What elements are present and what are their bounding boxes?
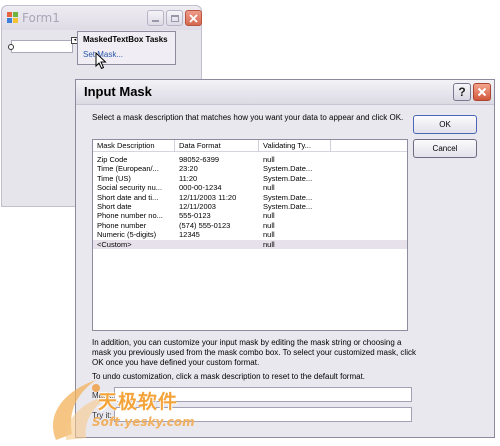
table-row[interactable]: Numeric (5-digits) 12345 null bbox=[93, 230, 407, 239]
ok-button[interactable]: OK bbox=[413, 115, 477, 134]
cell-data-format: 12/11/2003 11:20 bbox=[179, 192, 237, 202]
cell-mask-description: Short date and ti... bbox=[97, 192, 159, 202]
list-header: Mask Description Data Format Validating … bbox=[93, 140, 407, 152]
column-header-validating-type[interactable]: Validating Ty... bbox=[259, 140, 331, 152]
smart-tag-title: MaskedTextBox Tasks bbox=[83, 35, 168, 44]
cell-data-format: 12/11/2003 bbox=[179, 202, 216, 211]
cell-mask-description: Short date bbox=[97, 202, 132, 211]
table-row[interactable]: Phone number no... 555-0123 null bbox=[93, 211, 407, 220]
cell-mask-description: Phone number no... bbox=[97, 211, 163, 221]
cell-validating-type: null bbox=[263, 183, 275, 193]
column-header-mask-description[interactable]: Mask Description bbox=[93, 140, 175, 152]
cancel-button[interactable]: Cancel bbox=[413, 139, 477, 158]
cell-mask-description: Time (US) bbox=[97, 173, 131, 183]
table-row[interactable]: Time (European/... 23:20 System.Date... bbox=[93, 164, 407, 173]
watermark-text: 天极软件 bbox=[98, 391, 179, 413]
cell-mask-description: Phone number bbox=[97, 220, 147, 230]
help-button[interactable]: ? bbox=[453, 83, 471, 101]
table-row[interactable]: Social security nu... 000-00-1234 null bbox=[93, 183, 407, 192]
form1-titlebar[interactable]: Form1 bbox=[2, 6, 202, 30]
cell-data-format: (574) 555-0123 bbox=[179, 220, 231, 230]
table-row[interactable]: Zip Code 98052-6399 null bbox=[93, 155, 407, 164]
form1-close-button[interactable] bbox=[185, 10, 202, 26]
cell-validating-type: null bbox=[263, 220, 275, 230]
cell-data-format: 555-0123 bbox=[179, 211, 211, 221]
close-icon bbox=[477, 87, 487, 97]
close-icon bbox=[189, 13, 198, 23]
cell-validating-type: System.Date... bbox=[263, 164, 313, 174]
cell-validating-type: null bbox=[263, 230, 275, 240]
cell-mask-description: Time (European/... bbox=[97, 164, 159, 174]
minimize-icon bbox=[152, 20, 159, 22]
cell-mask-description: Zip Code bbox=[97, 155, 128, 164]
cell-data-format: 000-00-1234 bbox=[179, 183, 222, 193]
customize-text: In addition, you can customize your inpu… bbox=[92, 338, 416, 367]
cell-data-format: 12345 bbox=[179, 230, 200, 240]
form1-title: Form1 bbox=[22, 11, 60, 25]
table-row[interactable]: Short date 12/11/2003 System.Date... bbox=[93, 202, 407, 211]
dialog-titlebar[interactable]: Input Mask ? bbox=[76, 80, 494, 105]
app-icon bbox=[7, 12, 18, 23]
table-row[interactable]: Short date and ti... 12/11/2003 11:20 Syst… bbox=[93, 193, 407, 202]
dialog-close-button[interactable] bbox=[473, 83, 491, 101]
cell-validating-type: System.Date... bbox=[263, 192, 313, 202]
table-row[interactable]: Time (US) 11:20 System.Date... bbox=[93, 174, 407, 183]
maximize-button[interactable] bbox=[166, 10, 183, 26]
masked-textbox[interactable] bbox=[11, 40, 73, 53]
column-header-data-format[interactable]: Data Format bbox=[175, 140, 259, 152]
mouse-cursor-icon bbox=[95, 52, 107, 70]
cell-validating-type: null bbox=[263, 155, 275, 164]
resize-handle[interactable] bbox=[8, 44, 14, 50]
table-row[interactable]: <Custom> null bbox=[93, 239, 407, 249]
cell-mask-description: Numeric (5-digits) bbox=[97, 230, 157, 240]
cell-data-format: 11:20 bbox=[179, 173, 198, 183]
smart-tag-panel: MaskedTextBox Tasks Set Mask... bbox=[77, 31, 176, 65]
cell-data-format: 98052-6399 bbox=[179, 155, 220, 164]
cell-validating-type: System.Date... bbox=[263, 202, 313, 211]
cell-mask-description: <Custom> bbox=[97, 239, 132, 249]
cell-validating-type: null bbox=[263, 211, 275, 221]
cell-mask-description: Social security nu... bbox=[97, 183, 163, 193]
dialog-title: Input Mask bbox=[84, 84, 152, 99]
cell-validating-type: System.Date... bbox=[263, 173, 313, 183]
minimize-button[interactable] bbox=[147, 10, 164, 26]
maximize-icon bbox=[170, 14, 179, 22]
cell-validating-type: null bbox=[263, 239, 275, 249]
instructions-text: Select a mask description that matches h… bbox=[92, 113, 404, 122]
mask-list[interactable]: Mask Description Data Format Validating … bbox=[92, 139, 408, 331]
cell-data-format: 23:20 bbox=[179, 164, 198, 174]
table-row[interactable]: Phone number (574) 555-0123 null bbox=[93, 221, 407, 230]
watermark-url: Soft.yesky.com bbox=[92, 415, 195, 429]
